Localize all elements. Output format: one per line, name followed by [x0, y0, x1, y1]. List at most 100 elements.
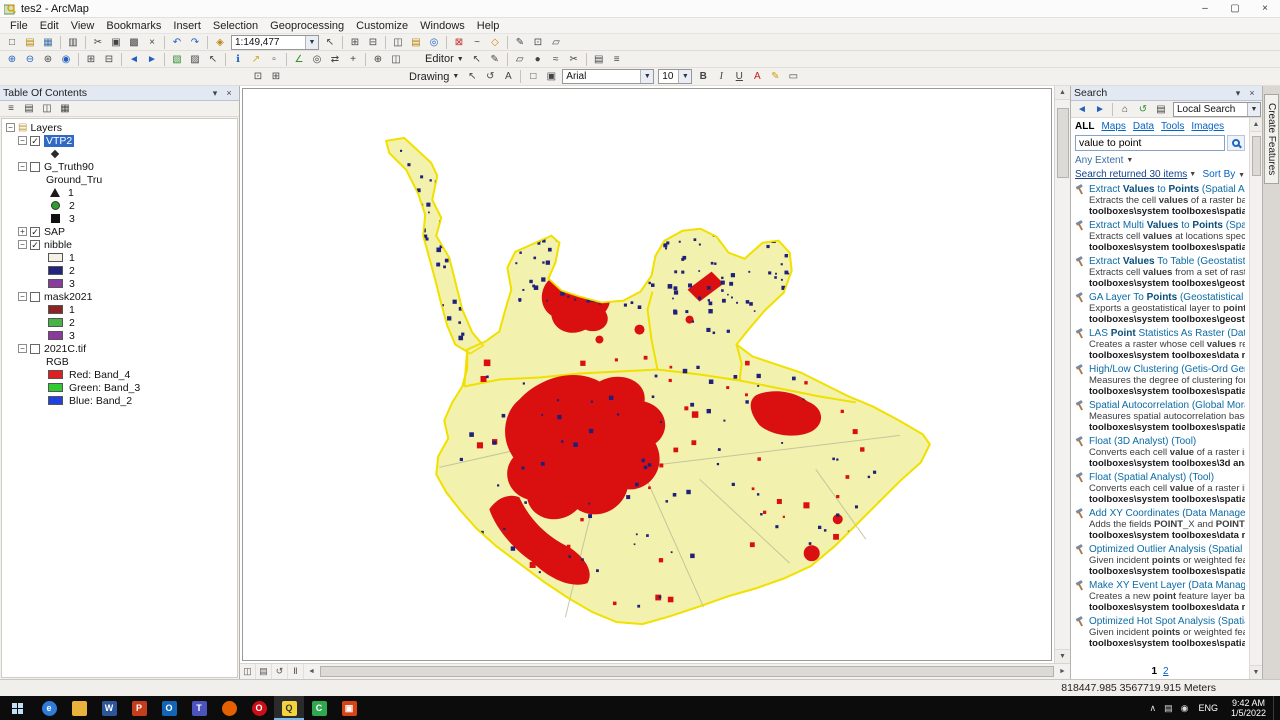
- taskbar-file-explorer-icon[interactable]: [64, 696, 94, 720]
- minimize-button[interactable]: –: [1190, 0, 1220, 17]
- layer-checkbox[interactable]: [30, 343, 40, 354]
- attributes-icon[interactable]: ▤: [590, 52, 608, 67]
- result-path-link[interactable]: toolboxes\system toolboxes\data mana...: [1089, 350, 1245, 361]
- collapse-icon[interactable]: −: [18, 136, 27, 145]
- edit-tool-icon[interactable]: ↖: [468, 52, 486, 67]
- forward-icon[interactable]: ►: [1091, 102, 1109, 117]
- result-path-link[interactable]: toolboxes\system toolboxes\spatial an...: [1089, 206, 1245, 217]
- snapping-icon[interactable]: ⊡: [529, 35, 547, 50]
- toc-drawing-order-icon[interactable]: ≡: [2, 101, 20, 116]
- back-extent-icon[interactable]: ◄: [125, 52, 143, 67]
- point-tool-icon[interactable]: ●: [529, 52, 547, 67]
- toc-layer-G_Truth90[interactable]: − G_Truth90: [2, 160, 237, 173]
- search-tab-maps[interactable]: Maps: [1101, 121, 1125, 132]
- viewer-window-icon[interactable]: ◫: [387, 52, 405, 67]
- result-title-link[interactable]: Spatial Autocorrelation (Global Mora...: [1075, 400, 1245, 411]
- select-elements-icon[interactable]: ↖: [463, 69, 481, 84]
- toc-visibility-icon[interactable]: ◫: [38, 101, 56, 116]
- taskbar-edge-icon[interactable]: e: [34, 696, 64, 720]
- result-path-link[interactable]: toolboxes\system toolboxes\geostatistic.…: [1089, 314, 1245, 325]
- reshape-tool-icon[interactable]: ≈: [547, 52, 565, 67]
- font-combo[interactable]: Arial ▼: [562, 69, 655, 84]
- taskbar-teams-icon[interactable]: T: [184, 696, 214, 720]
- horizontal-scroll-thumb[interactable]: [320, 666, 1054, 677]
- picture-tool-icon[interactable]: ▣: [542, 69, 560, 84]
- taskbar-arcmap-icon[interactable]: Q: [274, 696, 304, 720]
- forward-extent-icon[interactable]: ►: [143, 52, 161, 67]
- menu-bookmarks[interactable]: Bookmarks: [100, 20, 167, 32]
- refresh-icon[interactable]: ↺: [1134, 102, 1152, 117]
- taskbar-powerpoint-icon[interactable]: P: [124, 696, 154, 720]
- page-1[interactable]: 1: [1151, 666, 1157, 677]
- python-window-icon[interactable]: ~: [468, 35, 486, 50]
- menu-windows[interactable]: Windows: [414, 20, 471, 32]
- taskbar-app-green-icon[interactable]: C: [304, 696, 334, 720]
- cut-polygons-tool-icon[interactable]: ✂: [565, 52, 583, 67]
- page-2[interactable]: 2: [1163, 666, 1169, 677]
- result-path-link[interactable]: toolboxes\system toolboxes\geostatistic.…: [1089, 278, 1245, 289]
- fixed-zoom-out-icon[interactable]: ⊟: [100, 52, 118, 67]
- result-path-link[interactable]: toolboxes\system toolboxes\spatial ana..…: [1089, 494, 1245, 505]
- layer-label[interactable]: mask2021: [44, 291, 92, 303]
- pan-icon[interactable]: ⊛: [39, 52, 57, 67]
- show-desktop-button[interactable]: [1273, 696, 1280, 720]
- search-button[interactable]: [1227, 135, 1245, 151]
- volume-icon[interactable]: ◉: [1177, 703, 1193, 714]
- result-path-link[interactable]: toolboxes\system toolboxes\spatial stat.…: [1089, 566, 1245, 577]
- result-title-link[interactable]: Extract Multi Values to Points (Spati...: [1075, 220, 1245, 231]
- hyperlink-icon[interactable]: ↗: [247, 52, 265, 67]
- layer-label[interactable]: 2021C.tif: [44, 343, 86, 355]
- collapse-icon[interactable]: −: [18, 344, 27, 353]
- maximize-button[interactable]: ▢: [1220, 0, 1250, 17]
- toc-layer-VTP2[interactable]: − ✓ VTP2: [2, 134, 237, 147]
- close-icon[interactable]: ×: [1245, 88, 1259, 98]
- pin-icon[interactable]: ▾: [1231, 88, 1245, 99]
- layer-checkbox[interactable]: [30, 291, 40, 302]
- italic-button[interactable]: I: [712, 69, 730, 84]
- collapse-icon[interactable]: −: [18, 162, 27, 171]
- layer-label[interactable]: VTP2: [44, 134, 75, 147]
- collapse-icon[interactable]: −: [18, 240, 27, 249]
- identify-icon[interactable]: ℹ: [229, 52, 247, 67]
- grid-toggle-icon[interactable]: ⊞: [267, 69, 285, 84]
- print-icon[interactable]: ▥: [64, 35, 82, 50]
- extent-selector[interactable]: Any Extent ▼: [1071, 153, 1249, 167]
- scroll-down-icon[interactable]: ▼: [1055, 649, 1070, 663]
- menu-insert[interactable]: Insert: [167, 20, 207, 32]
- delete-icon[interactable]: ×: [143, 35, 161, 50]
- scroll-right-icon[interactable]: ►: [1055, 664, 1070, 679]
- toc-layer-2021C.tif[interactable]: − 2021C.tif: [2, 342, 237, 355]
- toc-source-icon[interactable]: ▤: [20, 101, 38, 116]
- result-path-link[interactable]: toolboxes\system toolboxes\spatial stat.…: [1089, 638, 1245, 649]
- language-indicator[interactable]: ENG: [1192, 703, 1224, 713]
- new-map-icon[interactable]: □: [3, 35, 21, 50]
- fixed-zoom-in-icon[interactable]: ⊞: [346, 35, 364, 50]
- toc-layer-mask2021[interactable]: − mask2021: [2, 290, 237, 303]
- editor-menu[interactable]: Editor ▼: [421, 53, 468, 65]
- font-size-combo[interactable]: 10 ▼: [658, 69, 693, 84]
- find-icon[interactable]: ◎: [308, 52, 326, 67]
- layer-checkbox[interactable]: ✓: [30, 226, 40, 237]
- add-data-icon[interactable]: ◈: [211, 35, 229, 50]
- pin-icon[interactable]: ▾: [208, 88, 222, 99]
- result-title-link[interactable]: High/Low Clustering (Getis-Ord Gene...: [1075, 364, 1245, 375]
- font-color-icon[interactable]: A: [748, 69, 766, 84]
- taskbar-opera-icon[interactable]: O: [244, 696, 274, 720]
- layer-label[interactable]: nibble: [44, 239, 72, 251]
- network-icon[interactable]: ▤: [1160, 703, 1177, 714]
- zoom-out-icon[interactable]: ⊖: [21, 52, 39, 67]
- undo-icon[interactable]: ↶: [168, 35, 186, 50]
- paste-icon[interactable]: ▩: [125, 35, 143, 50]
- search-tab-tools[interactable]: Tools: [1161, 121, 1184, 132]
- index-options-icon[interactable]: ▤: [1152, 102, 1170, 117]
- map-document[interactable]: [240, 86, 1054, 663]
- snap-toggle-icon[interactable]: ⊡: [249, 69, 267, 84]
- result-path-link[interactable]: toolboxes\system toolboxes\data mana...: [1089, 602, 1245, 613]
- fixed-zoom-in-icon[interactable]: ⊞: [82, 52, 100, 67]
- result-path-link[interactable]: toolboxes\system toolboxes\spatial stat.…: [1089, 422, 1245, 433]
- map-vertical-scrollbar[interactable]: ▲ ▼: [1054, 86, 1070, 663]
- start-button[interactable]: [0, 696, 34, 720]
- collapse-icon[interactable]: −: [6, 123, 15, 132]
- menu-edit[interactable]: Edit: [34, 20, 65, 32]
- create-features-tool-icon[interactable]: ▱: [511, 52, 529, 67]
